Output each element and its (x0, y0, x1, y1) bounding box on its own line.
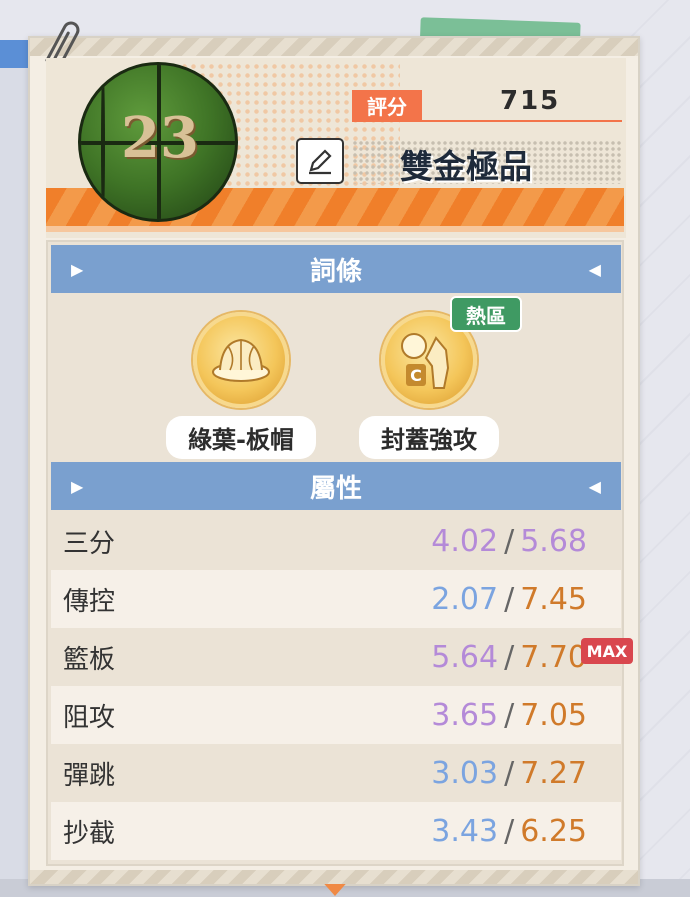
item-name: 雙金極品 (400, 147, 532, 186)
attribute-name: 籃板 (63, 644, 116, 675)
perk-label: 封蓋強攻 (359, 416, 499, 459)
attribute-name: 傳控 (63, 586, 116, 617)
attribute-max: 7.70 (520, 639, 587, 675)
attribute-values: 5.64/7.70 (431, 639, 587, 675)
edit-name-button[interactable] (296, 138, 344, 184)
score-label: 評分 (352, 90, 422, 120)
attribute-name: 彈跳 (63, 760, 116, 791)
attribute-current: 4.02 (431, 523, 499, 559)
score-value: 715 (500, 86, 561, 116)
attributes-section-title: 屬性 (309, 473, 362, 504)
perks-section-title: 詞條 (309, 256, 362, 287)
perk-label: 綠葉-板帽 (166, 416, 316, 459)
attribute-row: 傳控 2.07/7.45 (51, 570, 621, 628)
attribute-max: 7.45 (520, 581, 587, 617)
attribute-row: 彈跳 3.03/7.27 (51, 744, 621, 802)
card-bottom-stripe (30, 870, 638, 884)
perk-item[interactable]: 綠葉-板帽 (156, 312, 326, 459)
score-underline (352, 120, 622, 122)
attribute-current: 2.07 (431, 581, 499, 617)
attribute-values: 3.65/7.05 (431, 697, 587, 733)
max-badge: MAX (581, 638, 633, 664)
attribute-row: 阻攻 3.65/7.05 (51, 686, 621, 744)
svg-text:C: C (410, 366, 422, 385)
attribute-row: 籃板 5.64/7.70 MAX (51, 628, 633, 686)
perks-section-header[interactable]: ▶ 詞條 ◀ (51, 245, 621, 293)
ball-number: 23 (121, 105, 199, 171)
triangle-left-icon: ◀ (588, 259, 601, 279)
attribute-current: 3.65 (431, 697, 499, 733)
basketball-item-image: 23 (78, 62, 238, 222)
rebound-hat-icon (193, 312, 289, 408)
attribute-max: 7.27 (520, 755, 587, 791)
attribute-name: 阻攻 (63, 702, 116, 733)
attribute-row: 抄截 3.43/6.25 (51, 802, 621, 860)
pencil-edit-icon (309, 149, 332, 175)
triangle-left-icon: ◀ (588, 476, 601, 496)
attribute-name: 抄截 (63, 818, 116, 849)
background-left-panel (0, 40, 30, 897)
attribute-max: 7.05 (520, 697, 587, 733)
hot-zone-badge: 熱區 (450, 296, 522, 332)
item-detail-card: 23 評分 715 雙金極品 ▶ 詞條 ◀ 綠葉-板帽 C 封蓋強攻 熱區 ▶ … (28, 21, 640, 896)
attributes-list: 三分 4.02/5.68 傳控 2.07/7.45 籃板 5.64/7.70 M… (51, 512, 633, 860)
attribute-max: 5.68 (520, 523, 587, 559)
detail-panel: ▶ 詞條 ◀ 綠葉-板帽 C 封蓋強攻 熱區 ▶ 屬性 ◀ 三分 4.02 / … (46, 240, 633, 866)
perk-item[interactable]: C 封蓋強攻 (344, 312, 514, 459)
attribute-max: 6.25 (520, 813, 587, 849)
card-top-stripe (30, 38, 638, 56)
attribute-name: 三分 (63, 528, 116, 559)
attribute-values: 4.02/5.68 (431, 523, 587, 559)
attribute-values: 3.43/6.25 (431, 813, 587, 849)
attribute-values: 2.07/7.45 (431, 581, 587, 617)
attribute-current: 3.03 (431, 755, 499, 791)
attributes-section-header[interactable]: ▶ 屬性 ◀ (51, 462, 621, 510)
attribute-row: 三分 4.02/5.68 (51, 512, 621, 570)
attribute-current: 5.64 (431, 639, 499, 675)
triangle-right-icon: ▶ (71, 259, 84, 279)
triangle-right-icon: ▶ (71, 476, 84, 496)
attribute-values: 3.03/7.27 (431, 755, 587, 791)
attribute-current: 3.43 (431, 813, 499, 849)
